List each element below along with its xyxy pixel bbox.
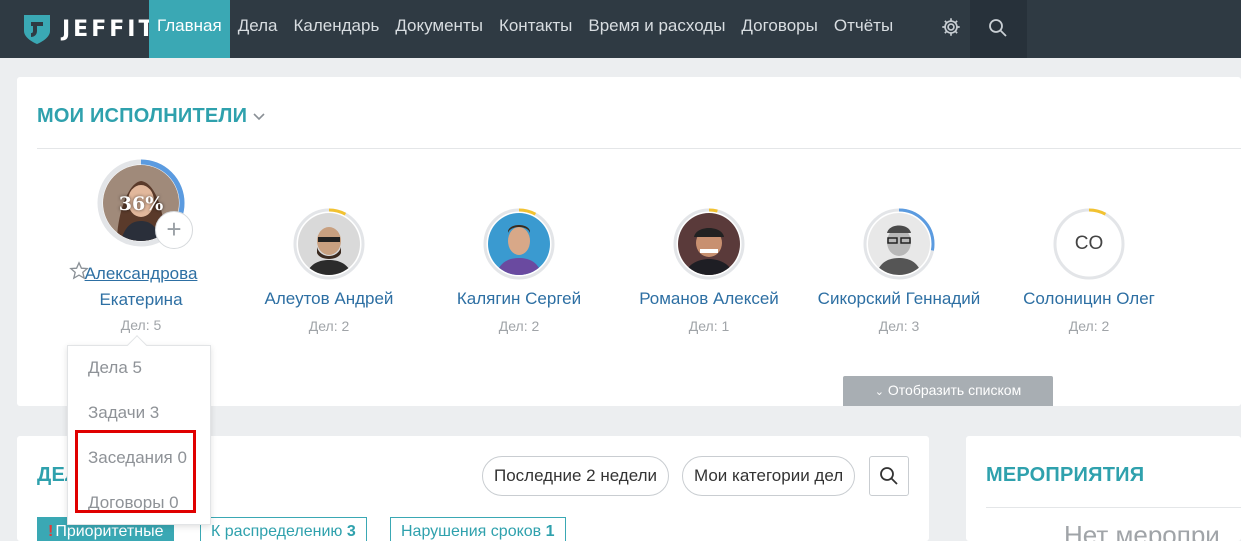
avatar-initials[interactable]: CO	[1058, 213, 1120, 275]
performers-title[interactable]: МОИ ИСПОЛНИТЕЛИ	[37, 105, 265, 128]
tab-label: Нарушения сроков	[401, 523, 542, 540]
divider	[37, 148, 1241, 149]
dropdown-item-tasks[interactable]: Задачи 3	[88, 403, 159, 423]
logo-text: JEFFIT	[62, 16, 157, 42]
dropdown-item-cases[interactable]: Дела 5	[88, 358, 142, 378]
events-title: МЕРОПРИЯТИЯ	[986, 464, 1145, 486]
performer-count: Дел: 3	[878, 318, 920, 334]
nav-item-contacts[interactable]: Контакты	[491, 0, 580, 58]
performer-name-line2[interactable]: Екатерина	[46, 287, 236, 313]
performer-item: Романов Алексей Дел: 1	[614, 208, 804, 334]
performer-count: Дел: 1	[688, 318, 730, 334]
show-as-list-label: Отобразить списком	[887, 382, 1022, 398]
performer-item: Сикорский Геннадий Дел: 3	[804, 208, 994, 334]
performer-item: Калягин Сергей Дел: 2	[424, 208, 614, 334]
tab-count: 3	[346, 523, 356, 540]
logo[interactable]: JEFFIT	[22, 11, 156, 47]
tab-count: 1	[545, 523, 555, 540]
performer-name[interactable]: Романов Алексей	[614, 286, 804, 312]
chevron-down-icon: ⌄	[874, 386, 885, 398]
performer-item: Алеутов Андрей Дел: 2	[234, 208, 424, 334]
performer-count: Дел: 2	[498, 318, 540, 334]
performer-name[interactable]: Солоницин Олег	[994, 286, 1184, 312]
chevron-down-icon	[253, 112, 265, 120]
performer-name[interactable]: Сикорский Геннадий	[804, 286, 994, 312]
performer-item: CO Солоницин Олег Дел: 2	[994, 208, 1184, 334]
performer-name[interactable]: Алеутов Андрей	[234, 286, 424, 312]
search-icon	[880, 467, 898, 485]
events-empty-text: Нет меропри	[1064, 520, 1220, 541]
search-icon	[989, 19, 1007, 37]
tab-label: Приоритетные	[55, 523, 164, 540]
performer-name[interactable]: Калягин Сергей	[424, 286, 614, 312]
cases-search-button[interactable]	[869, 456, 909, 496]
performer-main: 36% + Александрова Екатерина Дел: 5	[46, 159, 236, 333]
avatar[interactable]	[868, 213, 930, 275]
nav-item-calendar[interactable]: Календарь	[286, 0, 388, 58]
performer-stats-dropdown: Дела 5 Задачи 3 Заседания 0 Договоры 0	[67, 335, 211, 525]
top-navigation-bar: JEFFIT Главная Дела Календарь Документы …	[0, 0, 1241, 58]
nav-item-documents[interactable]: Документы	[387, 0, 491, 58]
main-nav: Главная Дела Календарь Документы Контакт…	[149, 0, 901, 58]
performer-count: Дел: 5	[120, 317, 162, 333]
nav-item-reports[interactable]: Отчёты	[826, 0, 901, 58]
star-icon[interactable]	[69, 261, 89, 281]
nav-search-button[interactable]	[970, 0, 1027, 58]
exclamation-icon: !	[48, 523, 54, 540]
dropdown-item-hearings[interactable]: Заседания 0	[88, 448, 187, 468]
add-button[interactable]: +	[155, 211, 193, 249]
nav-item-home[interactable]: Главная	[149, 0, 230, 58]
dropdown-item-contracts[interactable]: Договоры 0	[88, 493, 179, 513]
avatar[interactable]	[678, 213, 740, 275]
divider	[986, 507, 1241, 508]
nav-item-cases[interactable]: Дела	[230, 0, 286, 58]
period-filter-button[interactable]: Последние 2 недели	[482, 456, 670, 496]
performer-count: Дел: 2	[1068, 318, 1110, 334]
nav-item-contracts[interactable]: Договоры	[733, 0, 825, 58]
gear-icon[interactable]	[940, 16, 962, 38]
nav-item-time-expenses[interactable]: Время и расходы	[580, 0, 733, 58]
show-as-list-button[interactable]: ⌄ Отобразить списком	[843, 376, 1053, 406]
performer-count: Дел: 2	[308, 318, 350, 334]
avatar[interactable]	[488, 213, 550, 275]
logo-shield-icon	[24, 15, 50, 44]
category-filter-button[interactable]: Мои категории дел	[682, 456, 856, 496]
tab-deadline-violations[interactable]: Нарушения сроков 1	[390, 517, 566, 541]
avatar[interactable]	[298, 213, 360, 275]
performers-title-text: МОИ ИСПОЛНИТЕЛИ	[37, 105, 248, 127]
tab-label: К распределению	[211, 523, 343, 540]
events-card: МЕРОПРИЯТИЯ Нет меропри	[966, 436, 1241, 541]
tab-to-distribute[interactable]: К распределению 3	[200, 517, 367, 541]
